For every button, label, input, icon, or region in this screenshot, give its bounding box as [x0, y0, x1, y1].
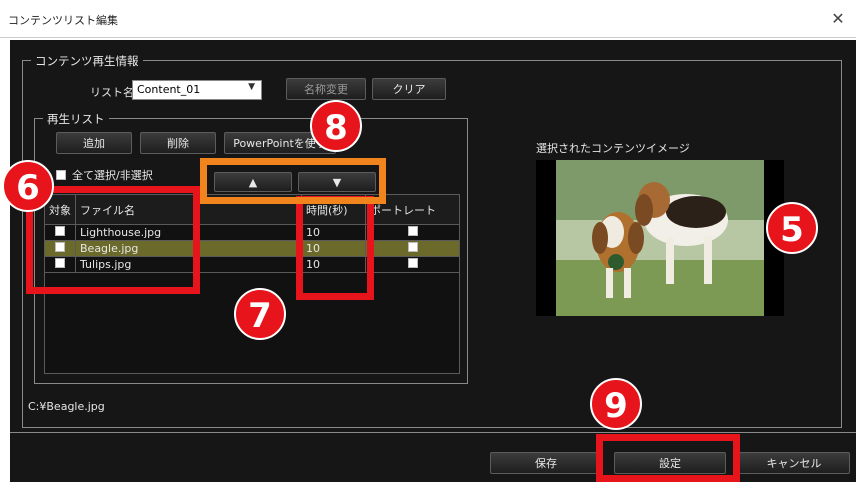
list-name-label: リスト名: [90, 86, 134, 99]
row-portrait-checkbox[interactable]: [407, 258, 418, 268]
chevron-down-icon: ▼: [248, 82, 255, 92]
preview-image: [536, 160, 784, 316]
preview-label: 選択されたコンテンツイメージ: [536, 142, 690, 155]
beagle-photo: [536, 160, 784, 316]
callout-highlight-9: [596, 434, 740, 482]
footer-separator: [10, 432, 856, 433]
add-button[interactable]: 追加: [56, 132, 132, 154]
file-path: C:¥Beagle.jpg: [28, 400, 105, 413]
save-button[interactable]: 保存: [490, 452, 602, 474]
callout-badge-7: 7: [234, 288, 286, 340]
callout-badge-5: 5: [766, 202, 818, 254]
row-portrait-checkbox[interactable]: [407, 226, 418, 236]
close-icon[interactable]: ✕: [826, 7, 850, 31]
callout-highlight-7: [296, 196, 374, 300]
content-info-legend: コンテンツ再生情報: [31, 53, 143, 69]
select-all-label: 全て選択/非選択: [72, 169, 153, 182]
select-all-checkbox[interactable]: [56, 170, 66, 180]
select-all-toggle[interactable]: 全て選択/非選択: [56, 167, 153, 183]
callout-badge-6: 6: [2, 160, 54, 212]
callout-highlight-8: [200, 158, 386, 204]
window-title: コンテンツリスト編集: [8, 14, 118, 27]
list-name-value: Content_01: [137, 83, 201, 96]
cancel-button[interactable]: キャンセル: [738, 452, 850, 474]
title-bar: コンテンツリスト編集 ✕: [0, 0, 856, 38]
playlist-legend: 再生リスト: [43, 111, 109, 127]
callout-badge-8: 8: [310, 100, 362, 152]
callout-highlight-6: [26, 186, 200, 294]
row-portrait-checkbox[interactable]: [407, 242, 418, 252]
delete-button[interactable]: 削除: [140, 132, 216, 154]
rename-button[interactable]: 名称変更: [286, 78, 366, 100]
list-name-select[interactable]: Content_01 ▼: [132, 80, 262, 100]
clear-button[interactable]: クリア: [372, 78, 446, 100]
callout-badge-9: 9: [590, 378, 642, 430]
